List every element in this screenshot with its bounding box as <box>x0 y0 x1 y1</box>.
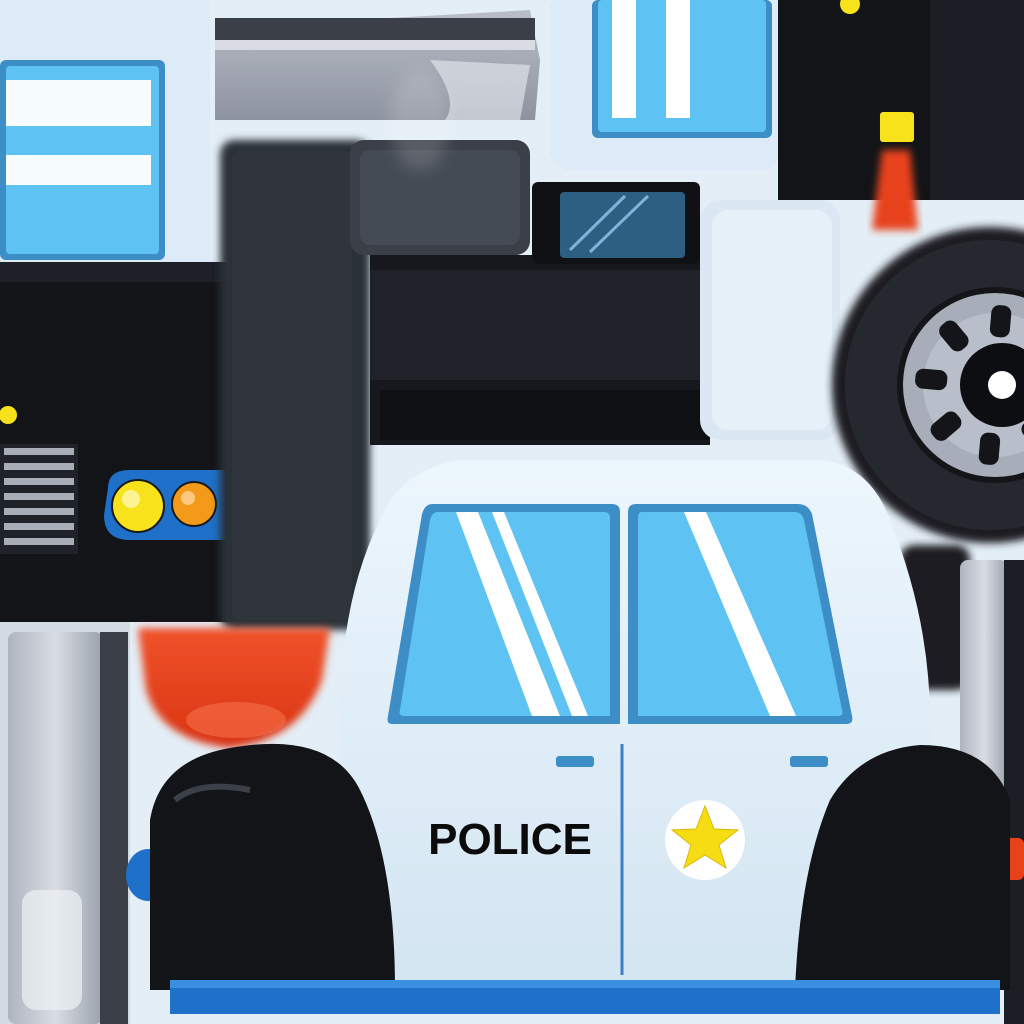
rear-body-panel <box>700 200 840 440</box>
upper-window-panel <box>550 0 780 170</box>
roof-bar <box>215 10 540 120</box>
headlight-yellow-icon <box>111 479 165 533</box>
window-front <box>387 504 620 724</box>
side-pillar-left <box>0 622 130 1024</box>
grille-slats <box>0 444 78 554</box>
dark-panel-top-right <box>778 0 1024 230</box>
headlight-orange-icon <box>171 481 217 527</box>
front-bumper-dark <box>350 140 710 445</box>
police-label: POLICE <box>428 815 592 864</box>
door-handle-front <box>556 756 594 767</box>
door-handle-rear <box>790 756 828 767</box>
upper-body-panel-left <box>0 0 210 280</box>
front-grille-panel <box>0 262 240 622</box>
headlight-pod <box>104 470 225 540</box>
star-icon <box>665 800 745 880</box>
door-pillar-dark <box>220 140 370 630</box>
police-car-texture-atlas: POLICE <box>0 0 1024 1024</box>
texture-canvas: POLICE <box>0 0 1024 1024</box>
